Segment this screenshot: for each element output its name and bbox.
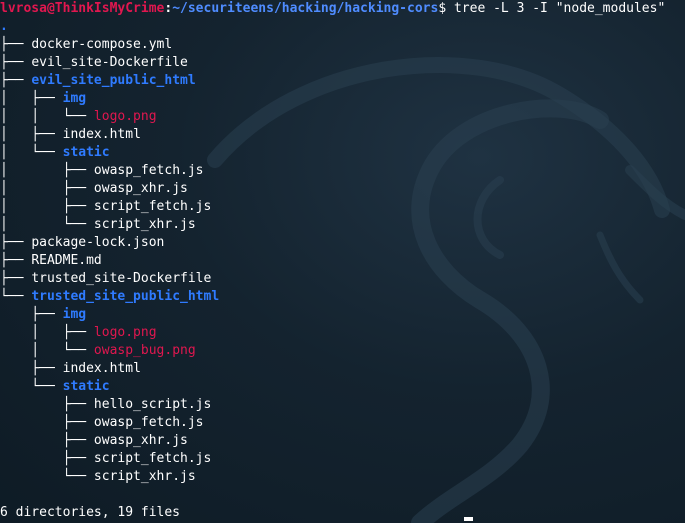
tree-entry: │ ├── owasp_fetch.js: [0, 162, 204, 180]
file-name: script_fetch.js: [93, 199, 212, 214]
tree-connector: │ ├──: [0, 127, 63, 142]
file-name: script_xhr.js: [93, 217, 196, 232]
text-cursor: [464, 517, 473, 521]
file-name: index.html: [62, 361, 141, 376]
file-name: owasp_fetch.js: [93, 415, 204, 430]
tree-entry: │ │ └── logo.png: [0, 108, 157, 126]
tree-summary: 6 directories, 19 files: [0, 505, 181, 520]
tree-entry: ├── owasp_xhr.js: [0, 432, 188, 450]
tree-connector: │ ├──: [0, 163, 94, 178]
tree-connector: └──: [0, 469, 94, 484]
file-name: owasp_bug.png: [93, 343, 196, 358]
file-name: owasp_xhr.js: [93, 181, 188, 196]
tree-connector: ├──: [0, 307, 63, 322]
tree-entry: │ ├── img: [0, 90, 86, 108]
file-name: docker-compose.yml: [31, 37, 173, 52]
file-name: hello_script.js: [93, 397, 212, 412]
tree-connector: │ ├──: [0, 325, 94, 340]
tree-connector: ├──: [0, 361, 63, 376]
tree-entry: ├── docker-compose.yml: [0, 36, 172, 54]
tree-connector: ├──: [0, 55, 32, 70]
tree-connector: │ ├──: [0, 199, 94, 214]
tree-entry: ├── index.html: [0, 360, 141, 378]
tree-entry: └── trusted_site_public_html: [0, 288, 219, 306]
file-name: script_fetch.js: [93, 451, 212, 466]
tree-entry: │ ├── script_fetch.js: [0, 198, 211, 216]
file-name: logo.png: [93, 325, 157, 340]
tree-entry: ├── trusted_site-Dockerfile: [0, 270, 211, 288]
tree-connector: │ └──: [0, 145, 63, 160]
tree-entry: ├── img: [0, 306, 86, 324]
tree-entry: ├── evil_site_public_html: [0, 72, 196, 90]
tree-entry: │ └── script_xhr.js: [0, 216, 196, 234]
file-name: package-lock.json: [31, 235, 165, 250]
tree-entry: ├── README.md: [0, 252, 102, 270]
file-name: owasp_xhr.js: [93, 433, 188, 448]
directory-name: img: [62, 91, 87, 106]
tree-connector: │ └──: [0, 217, 94, 232]
tree-entry: │ └── static: [0, 144, 110, 162]
tree-connector: │ │ └──: [0, 109, 94, 124]
directory-name: static: [62, 145, 110, 160]
tree-connector: ├──: [0, 253, 32, 268]
tree-entry: ├── owasp_fetch.js: [0, 414, 204, 432]
prompt-user-host: lvrosa@ThinkIsMyCrime: [0, 1, 165, 16]
prompt-command: $ tree -L 3 -I "node_modules": [438, 1, 666, 16]
tree-entry: ├── script_fetch.js: [0, 450, 212, 468]
tree-connector: ├──: [0, 433, 94, 448]
tree-connector: └──: [0, 289, 32, 304]
summary-line: 6 directories, 19 files: [0, 504, 180, 522]
file-name: trusted_site-Dockerfile: [31, 271, 212, 286]
tree-connector: ├──: [0, 415, 94, 430]
prompt-line: lvrosa@ThinkIsMyCrime:~/securiteens/hack…: [0, 0, 665, 18]
terminal-window[interactable]: lvrosa@ThinkIsMyCrime:~/securiteens/hack…: [0, 0, 685, 523]
tree-connector: ├──: [0, 37, 32, 52]
tree-connector: ├──: [0, 397, 94, 412]
tree-entry: └── static: [0, 378, 110, 396]
tree-root-line: .: [0, 18, 8, 36]
directory-name: static: [62, 379, 110, 394]
file-name: evil_site-Dockerfile: [31, 55, 188, 70]
prompt-path: ~/securiteens/hacking/hacking-cors: [172, 1, 439, 16]
directory-name: evil_site_public_html: [31, 73, 196, 88]
tree-entry: │ ├── owasp_xhr.js: [0, 180, 188, 198]
tree-connector: ├──: [0, 235, 32, 250]
tree-connector: │ ├──: [0, 91, 63, 106]
tree-connector: ├──: [0, 451, 94, 466]
tree-connector: └──: [0, 379, 63, 394]
file-name: owasp_fetch.js: [93, 163, 204, 178]
tree-entry: │ └── owasp_bug.png: [0, 342, 196, 360]
directory-name: trusted_site_public_html: [31, 289, 220, 304]
tree-entry: ├── evil_site-Dockerfile: [0, 54, 188, 72]
tree-root: .: [0, 19, 8, 34]
tree-connector: ├──: [0, 73, 32, 88]
file-name: README.md: [31, 253, 102, 268]
tree-entry: └── script_xhr.js: [0, 468, 196, 486]
file-name: index.html: [62, 127, 141, 142]
tree-entry: ├── package-lock.json: [0, 234, 164, 252]
tree-entry: │ ├── logo.png: [0, 324, 157, 342]
tree-entry: ├── hello_script.js: [0, 396, 212, 414]
tree-connector: │ └──: [0, 343, 94, 358]
tree-entry: │ ├── index.html: [0, 126, 141, 144]
tree-connector: ├──: [0, 271, 32, 286]
file-name: script_xhr.js: [93, 469, 196, 484]
file-name: logo.png: [93, 109, 157, 124]
tree-connector: │ ├──: [0, 181, 94, 196]
directory-name: img: [62, 307, 87, 322]
